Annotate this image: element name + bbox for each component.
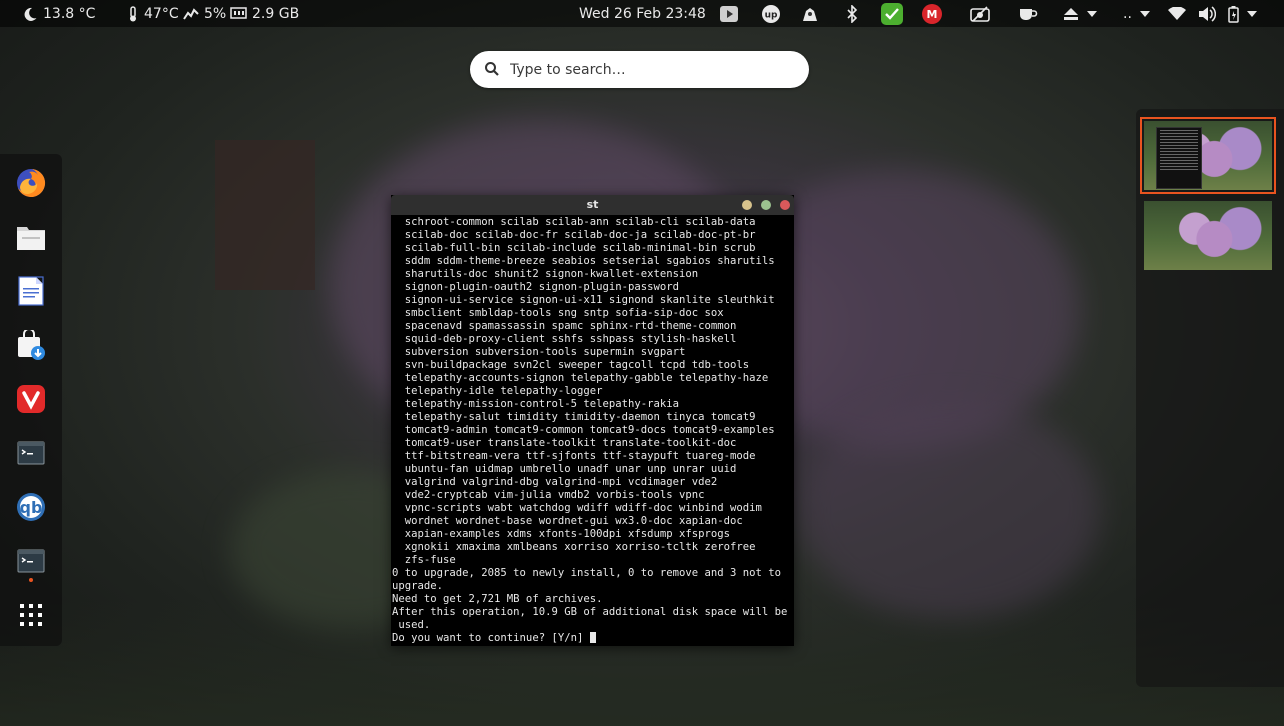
terminal-line: xapian-examples xdms xfonts-100dpi xfsdu… (392, 528, 731, 540)
workspace-panel (1136, 109, 1284, 687)
terminal-line: sddm sddm-theme-breeze seabios setserial… (392, 255, 775, 267)
terminal-output[interactable]: schroot-common scilab scilab-ann scilab-… (392, 216, 793, 644)
vivaldi-icon[interactable] (15, 383, 47, 415)
volume-icon (1198, 5, 1216, 22)
terminal-line: spacenavd spamassassin spamc sphinx-rtd-… (392, 320, 737, 332)
terminal-line: ubuntu-fan uidmap umbrello unadf unar un… (392, 463, 737, 475)
terminal-line: scilab-full-bin scilab-include scilab-mi… (392, 242, 756, 254)
memory-chip-icon (230, 6, 247, 21)
eject-menu[interactable] (1063, 0, 1097, 27)
running-indicator (29, 578, 33, 582)
overflow-menu[interactable]: .. (1123, 0, 1150, 27)
search-input[interactable] (508, 58, 797, 82)
terminal-line: valgrind valgrind-dbg valgrind-mpi vcdim… (392, 476, 718, 488)
svg-text:up: up (765, 11, 778, 21)
terminal-line: used. (392, 619, 431, 631)
terminal-line: wordnet wordnet-base wordnet-gui wx3.0-d… (392, 515, 743, 527)
cpu-load-indicator[interactable]: 5% (183, 0, 226, 27)
terminal-line: tomcat9-user translate-toolkit translate… (392, 437, 737, 449)
chevron-down-icon (1087, 10, 1097, 17)
terminal-line: zfs-fuse (392, 554, 456, 566)
caffeine-icon[interactable] (969, 3, 991, 25)
terminal-line: ttf-bitstream-vera ttf-sjfonts ttf-stayp… (392, 450, 756, 462)
qbittorrent-icon[interactable]: qb (15, 491, 47, 523)
search-icon (484, 61, 500, 77)
terminal-line: telepathy-mission-control-5 telepathy-ra… (392, 398, 680, 410)
clock-text: Wed 26 Feb 23:48 (579, 5, 706, 22)
cpu-chart-icon (183, 7, 199, 21)
show-applications-icon[interactable] (15, 599, 47, 631)
terminal-line: tomcat9-admin tomcat9-common tomcat9-doc… (392, 424, 775, 436)
close-button[interactable] (780, 200, 790, 210)
chevron-down-icon (1247, 10, 1257, 17)
coffee-cup-icon[interactable] (1017, 3, 1039, 25)
wifi-icon (1168, 6, 1186, 21)
terminal-line: vde2-cryptcab vim-julia vmdb2 vorbis-too… (392, 489, 705, 501)
mega-sync-icon[interactable]: M (921, 3, 943, 25)
cpu-temp-text: 47°C (144, 5, 179, 22)
svg-text:M: M (927, 8, 938, 21)
terminal-line: scilab-doc scilab-doc-fr scilab-doc-ja s… (392, 229, 756, 241)
terminal-line: signon-ui-service signon-ui-x11 signond … (392, 294, 775, 306)
eject-icon (1063, 7, 1079, 21)
cpu-load-text: 5% (204, 5, 227, 22)
text-editor-icon[interactable] (15, 275, 47, 307)
terminal-line: upgrade. (392, 580, 444, 592)
terminal-line: vpnc-scripts wabt watchdog wdiff wdiff-d… (392, 502, 762, 514)
thermometer-icon (127, 5, 139, 22)
top-bar: 13.8 °C 47°C 5% 2.9 GB Wed 26 Feb 23:48 … (0, 0, 1284, 27)
overflow-label: .. (1123, 5, 1132, 22)
search-box[interactable] (470, 51, 809, 88)
system-menu[interactable] (1168, 0, 1257, 27)
terminal-window[interactable]: st schroot-common scilab scilab-ann scil… (391, 195, 794, 646)
terminal-line: telepathy-idle telepathy-logger (392, 385, 603, 397)
memory-text: 2.9 GB (252, 5, 300, 22)
battery-icon (1228, 5, 1239, 23)
terminal-prompt: Do you want to continue? [Y/n] (392, 632, 590, 644)
workspace-1-terminal-preview (1156, 127, 1202, 189)
media-player-icon[interactable] (718, 3, 740, 25)
upwork-icon[interactable]: up (760, 3, 782, 25)
terminal-line: After this operation, 10.9 GB of additio… (392, 606, 788, 618)
firefox-icon[interactable] (15, 167, 47, 199)
files-icon[interactable] (15, 221, 47, 253)
software-store-icon[interactable] (15, 329, 47, 361)
workspace-thumbnail-2[interactable] (1144, 201, 1272, 270)
ubuntu-insights-icon[interactable] (799, 3, 821, 25)
cpu-temp-indicator[interactable]: 47°C (127, 0, 179, 27)
clock[interactable]: Wed 26 Feb 23:48 (579, 0, 706, 27)
terminal-prompt-line[interactable]: Do you want to continue? [Y/n] (392, 632, 793, 644)
terminal-line: Need to get 2,721 MB of archives. (392, 593, 603, 605)
temperature-text: 13.8 °C (43, 5, 96, 22)
text-cursor (589, 632, 596, 643)
minimize-button[interactable] (742, 200, 752, 210)
terminal-icon[interactable] (15, 437, 47, 469)
terminal-line: svn-buildpackage svn2cl sweeper tagcoll … (392, 359, 750, 371)
chevron-down-icon (1139, 10, 1150, 17)
check-status-icon[interactable] (881, 3, 903, 25)
window-title: st (586, 198, 599, 211)
terminal-line: subversion subversion-tools supermin svg… (392, 346, 686, 358)
dock: qb (0, 154, 62, 646)
terminal-line: telepathy-accounts-signon telepathy-gabb… (392, 372, 769, 384)
weather-indicator[interactable]: 13.8 °C (22, 0, 95, 27)
terminal-line: smbclient smbldap-tools sng sntp sofia-s… (392, 307, 724, 319)
terminal-running-icon[interactable] (15, 545, 47, 577)
svg-text:qb: qb (20, 498, 43, 517)
bluetooth-icon[interactable] (841, 3, 863, 25)
workspace-thumbnail-1[interactable] (1140, 117, 1276, 194)
moon-icon (22, 6, 38, 22)
workspace-2-preview (1144, 201, 1272, 270)
terminal-line: telepathy-salut timidity timidity-daemon… (392, 411, 756, 423)
terminal-line: 0 to upgrade, 2085 to newly install, 0 t… (392, 567, 782, 579)
terminal-line: schroot-common scilab scilab-ann scilab-… (392, 216, 756, 228)
terminal-titlebar[interactable]: st (391, 195, 794, 215)
memory-indicator[interactable]: 2.9 GB (230, 0, 299, 27)
maximize-button[interactable] (761, 200, 771, 210)
terminal-line: sharutils-doc shunit2 signon-kwallet-ext… (392, 268, 699, 280)
terminal-line: squid-deb-proxy-client sshfs sshpass sty… (392, 333, 737, 345)
terminal-line: xgnokii xmaxima xmlbeans xorriso xorriso… (392, 541, 756, 553)
terminal-line: signon-plugin-oauth2 signon-plugin-passw… (392, 281, 680, 293)
